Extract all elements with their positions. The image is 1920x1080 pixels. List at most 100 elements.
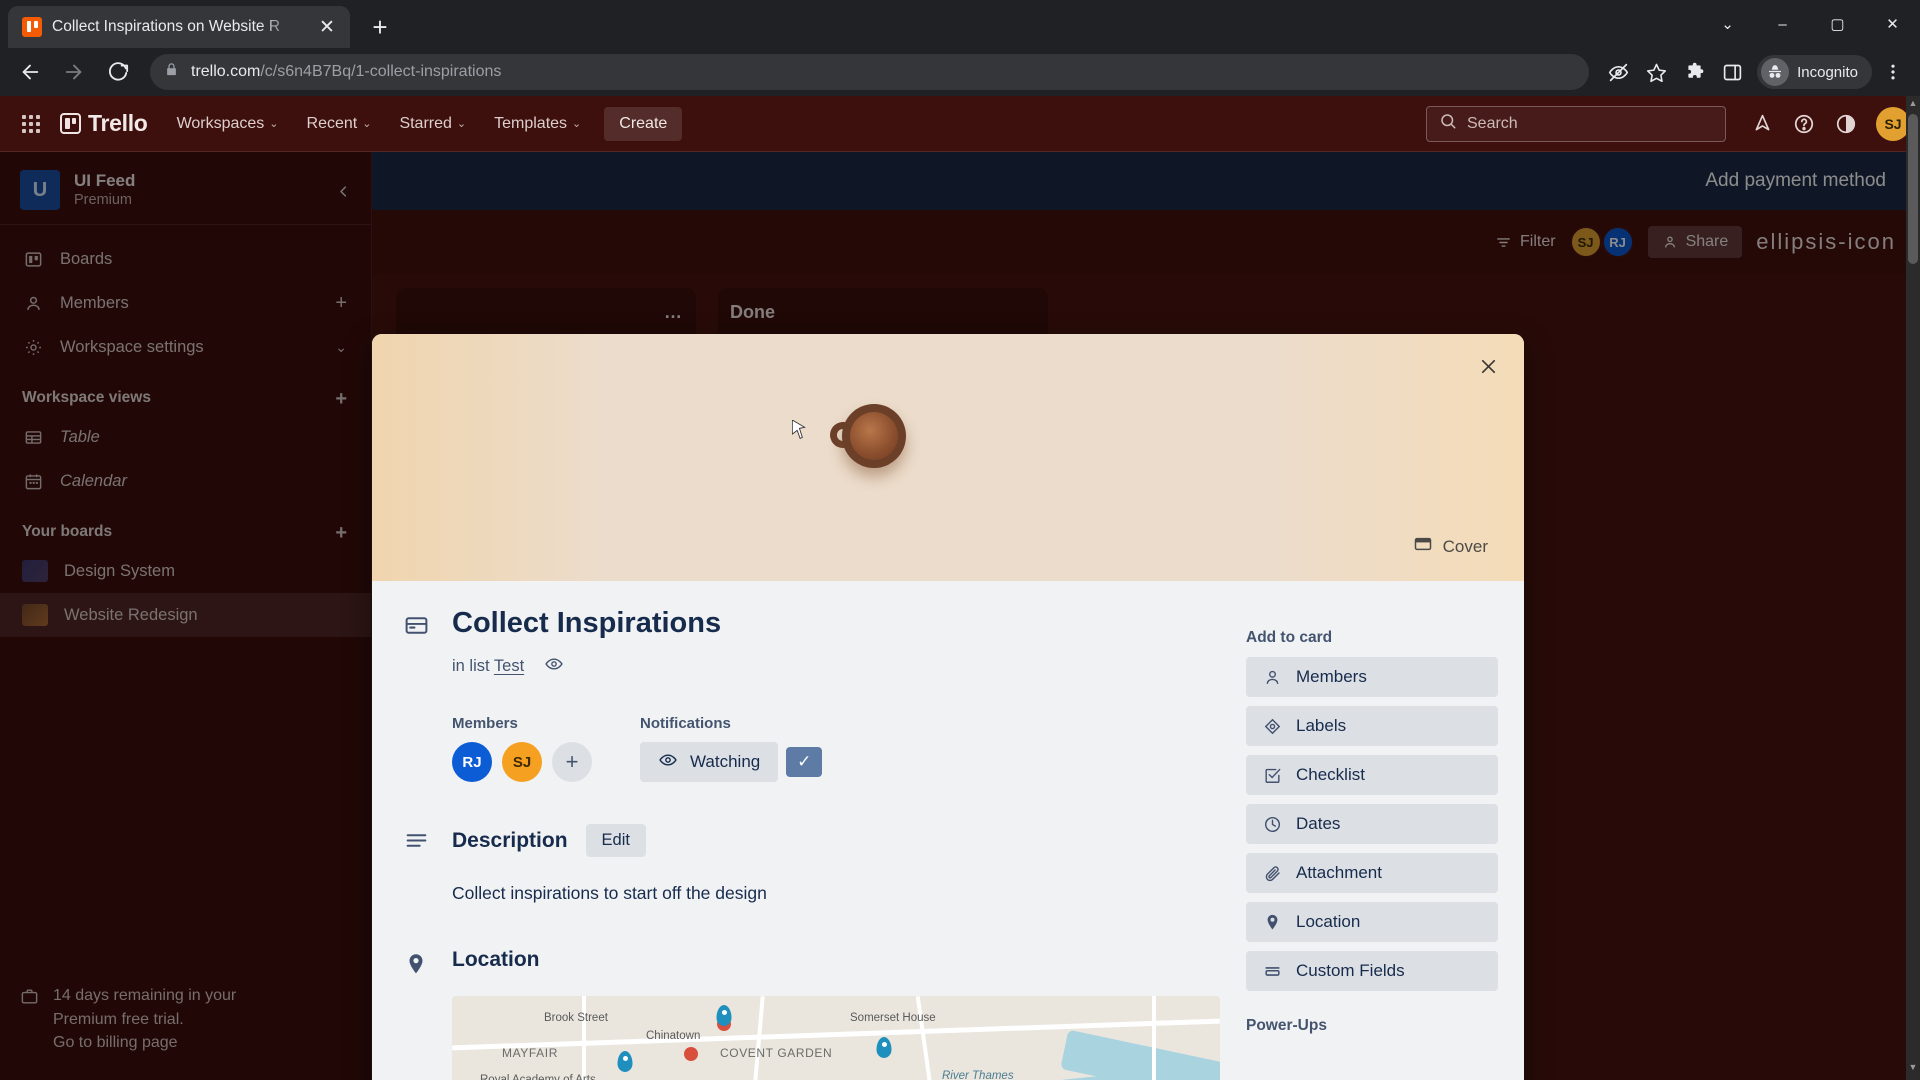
add-button-label: Checklist (1296, 765, 1365, 784)
map-poi (684, 1047, 698, 1062)
card-meta-row: Members RJ SJ + Notifications Watching ✓ (452, 715, 1224, 783)
description-text[interactable]: Collect inspirations to start off the de… (452, 883, 1224, 904)
map-label: Chinatown (646, 1030, 701, 1043)
forward-icon[interactable] (54, 52, 94, 92)
user-avatar[interactable]: SJ (1876, 106, 1910, 141)
cover-image-mug (826, 398, 918, 482)
card-main-column: Collect Inspirations in list Test Member… (398, 607, 1224, 1080)
trello-top-nav: Trello Workspaces ⌄ Recent ⌄ Starred ⌄ T… (0, 96, 1920, 152)
bell-icon[interactable] (1744, 106, 1780, 142)
trello-wordmark: Trello (88, 110, 148, 136)
mouse-cursor (792, 420, 806, 439)
tab-strip: Collect Inspirations on Website R ✕ + ⌄ … (0, 0, 1920, 48)
search-input[interactable]: Search (1426, 105, 1726, 142)
edit-description-button[interactable]: Edit (585, 824, 646, 858)
chevron-down-icon: ⌄ (456, 118, 467, 130)
add-members-button[interactable]: Members (1246, 657, 1498, 697)
add-to-card-title: Add to card (1246, 629, 1333, 646)
description-label: Description (452, 828, 568, 852)
page-title[interactable]: Collect Inspirations (452, 607, 721, 640)
location-map[interactable]: Brook Street Chinatown Somerset House MA… (452, 996, 1220, 1080)
notifications-label: Notifications (640, 715, 731, 733)
help-icon[interactable] (1786, 106, 1822, 142)
add-button-label: Custom Fields (1296, 961, 1405, 980)
create-button[interactable]: Create (604, 106, 683, 141)
nav-item-workspaces[interactable]: Workspaces ⌄ (166, 107, 290, 141)
trello-logo[interactable]: Trello (54, 110, 160, 137)
cover-icon (1413, 534, 1433, 559)
puzzle-icon[interactable] (1677, 55, 1711, 89)
close-tab-icon[interactable]: ✕ (314, 14, 340, 40)
nav-item-templates[interactable]: Templates ⌄ (483, 107, 592, 141)
card-modal-body: Collect Inspirations in list Test Member… (372, 581, 1524, 1080)
add-checklist-button[interactable]: Checklist (1246, 755, 1498, 795)
side-panel-icon[interactable] (1715, 55, 1749, 89)
add-location-button[interactable]: Location (1246, 902, 1498, 942)
kebab-menu-icon[interactable] (1876, 55, 1910, 89)
chevron-down-icon: ⌄ (269, 118, 279, 130)
scroll-up-arrow[interactable]: ▲ (1906, 98, 1920, 114)
add-button-label: Dates (1296, 814, 1341, 833)
member-avatar-sj[interactable]: SJ (502, 742, 542, 783)
checkbox-icon (1262, 766, 1282, 785)
theme-contrast-icon[interactable] (1828, 106, 1864, 142)
location-section: Location Brook Street Chinatown Somerset… (404, 948, 1224, 1080)
new-tab-button[interactable]: + (362, 9, 398, 45)
clock-icon (1262, 815, 1282, 834)
in-list-link[interactable]: Test (494, 657, 524, 675)
custom-fields-icon (1262, 962, 1282, 981)
in-list-prefix: in list (452, 657, 490, 676)
chevron-down-icon: ⌄ (572, 118, 582, 130)
members-avatars: RJ SJ + (452, 742, 592, 783)
power-ups-title: Power-Ups (1246, 1017, 1327, 1034)
paperclip-icon (1262, 864, 1282, 883)
close-icon[interactable] (1470, 348, 1506, 384)
map-label: Somerset House (850, 1012, 936, 1025)
address-bar[interactable]: trello.com/c/s6n4B7Bq/1-collect-inspirat… (150, 54, 1590, 90)
eye-icon (658, 750, 678, 775)
watch-control: Watching ✓ (640, 742, 823, 783)
member-avatar-rj[interactable]: RJ (452, 742, 492, 783)
lock-icon (164, 62, 179, 82)
add-custom-fields-button[interactable]: Custom Fields (1246, 951, 1498, 991)
scroll-down-arrow[interactable]: ▼ (1906, 1062, 1920, 1078)
card-icon (404, 607, 432, 643)
add-attachment-button[interactable]: Attachment (1246, 853, 1498, 893)
eye-icon[interactable] (544, 654, 564, 679)
add-dates-button[interactable]: Dates (1246, 804, 1498, 844)
tab-search-chevron-icon[interactable]: ⌄ (1700, 0, 1755, 48)
map-pin (617, 1051, 633, 1073)
watching-button[interactable]: Watching (640, 742, 779, 783)
map-label: Brook Street (544, 1012, 608, 1025)
card-in-list: in list Test (452, 654, 721, 679)
card-cover: Cover (372, 334, 1524, 581)
browser-tab[interactable]: Collect Inspirations on Website R ✕ (8, 6, 350, 48)
scrollbar-thumb[interactable] (1908, 114, 1918, 264)
maximize-button[interactable]: ▢ (1810, 0, 1865, 48)
add-button-label: Location (1296, 912, 1361, 931)
reload-icon[interactable] (98, 52, 138, 92)
eye-slash-icon[interactable] (1601, 55, 1635, 89)
add-labels-button[interactable]: Labels (1246, 706, 1498, 746)
nav-item-recent[interactable]: Recent ⌄ (296, 107, 383, 141)
card-notifications-block: Notifications Watching ✓ (640, 715, 823, 783)
cover-label: Cover (1442, 536, 1488, 556)
star-icon[interactable] (1639, 55, 1673, 89)
map-pin (716, 1005, 732, 1027)
cover-button[interactable]: Cover (1403, 528, 1498, 565)
browser-window: Collect Inspirations on Website R ✕ + ⌄ … (0, 0, 1920, 1080)
browser-toolbar: trello.com/c/s6n4B7Bq/1-collect-inspirat… (0, 48, 1920, 96)
page-scrollbar[interactable]: ▲ ▼ (1906, 96, 1920, 1080)
location-pin-icon (404, 948, 432, 981)
window-controls: ⌄ – ▢ ✕ (1700, 0, 1920, 48)
map-label: COVENT GARDEN (720, 1046, 833, 1061)
add-member-button[interactable]: + (552, 742, 592, 783)
incognito-indicator[interactable]: Incognito (1757, 55, 1872, 89)
app-grid-icon[interactable] (14, 109, 48, 139)
url-path: /c/s6n4B7Bq/1-collect-inspirations (260, 63, 502, 80)
back-icon[interactable] (10, 52, 50, 92)
nav-item-starred[interactable]: Starred ⌄ (388, 107, 477, 141)
minimize-button[interactable]: – (1755, 0, 1810, 48)
watching-confirm-check: ✓ (786, 747, 823, 778)
close-window-button[interactable]: ✕ (1865, 0, 1920, 48)
